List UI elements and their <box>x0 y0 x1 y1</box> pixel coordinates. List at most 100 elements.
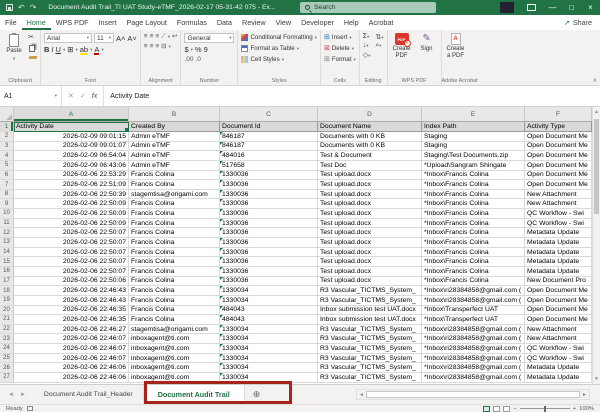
cell-E26[interactable]: *Inbox\ri28384858@gmail.com ( <box>422 363 525 373</box>
insert-cells-button[interactable]: ⊞Insert▾ <box>324 33 356 42</box>
cell-C7[interactable]: 1330036 <box>220 180 318 190</box>
cell-F16[interactable]: Metadata Update <box>525 267 592 277</box>
cell-B10[interactable]: Francis Colina <box>129 209 220 219</box>
cell-B8[interactable]: stagemtisa@origami.com <box>129 190 220 200</box>
autosum-icon[interactable]: Σ▾ <box>363 33 371 41</box>
row-header-25[interactable]: 25 <box>0 354 14 364</box>
row-header-1[interactable]: 1 <box>0 122 14 132</box>
cancel-entry-icon[interactable]: ✕ <box>68 92 74 100</box>
menu-tab-developer[interactable]: Developer <box>296 15 339 30</box>
increase-decimal-icon[interactable]: .00 <box>184 56 193 64</box>
row-header-20[interactable]: 20 <box>0 306 14 316</box>
page-layout-view-icon[interactable] <box>493 406 500 412</box>
shrink-font-icon[interactable]: A˅ <box>127 34 136 43</box>
cell-E5[interactable]: *Upload\Sangram Shingate <box>422 161 525 171</box>
col-header-F[interactable]: F <box>525 107 592 121</box>
cell-D27[interactable]: R3 Vascular_TICTMS_System_ <box>318 373 422 383</box>
cell-B20[interactable]: Francis Colina <box>129 306 220 316</box>
cell-E1[interactable]: Index Path <box>422 122 525 132</box>
cell-A27[interactable]: 2026-02-06 22:46:06 <box>14 373 129 383</box>
cell-B18[interactable]: Francis Colina <box>129 286 220 296</box>
cell-B5[interactable]: Admin eTMF <box>129 161 220 171</box>
menu-tab-page-layout[interactable]: Page Layout <box>122 15 172 30</box>
cell-A14[interactable]: 2026-02-06 22:50:07 <box>14 248 129 258</box>
col-header-C[interactable]: C <box>220 107 318 121</box>
format-cells-button[interactable]: ⊞Format▾ <box>324 55 356 64</box>
menu-tab-acrobat[interactable]: Acrobat <box>364 15 399 30</box>
cell-F9[interactable]: New Attachment <box>525 199 592 209</box>
row-header-23[interactable]: 23 <box>0 334 14 344</box>
cell-F2[interactable]: Open Document Me <box>525 132 592 142</box>
cut-icon[interactable]: ✂ <box>28 33 37 42</box>
cell-B7[interactable]: Francis Colina <box>129 180 220 190</box>
cell-F18[interactable]: Open Document Me <box>525 286 592 296</box>
cell-F3[interactable]: Open Document Me <box>525 142 592 152</box>
cell-E25[interactable]: *Inbox\ri28384858@gmail.com ( <box>422 354 525 364</box>
cell-D1[interactable]: Document Name <box>318 122 422 132</box>
cell-C13[interactable]: 1330036 <box>220 238 318 248</box>
cell-E18[interactable]: *Inbox\ri28384858@gmail.com ( <box>422 286 525 296</box>
cell-F22[interactable]: New Attachment <box>525 325 592 335</box>
insert-function-icon[interactable]: fx <box>92 93 97 100</box>
cell-F8[interactable]: New Attachment <box>525 190 592 200</box>
cell-D22[interactable]: R3 Vascular_TICTMS_System_ <box>318 325 422 335</box>
cell-E9[interactable]: *Inbox\Francis Colina <box>422 199 525 209</box>
cell-F14[interactable]: Metadata Update <box>525 248 592 258</box>
cell-E14[interactable]: *Inbox\Francis Colina <box>422 248 525 258</box>
find-select-icon[interactable]: ⌕▾ <box>375 42 383 50</box>
cell-F19[interactable]: Open Document Me <box>525 296 592 306</box>
cell-B6[interactable]: Francis Colina <box>129 171 220 181</box>
cell-B13[interactable]: Francis Colina <box>129 238 220 248</box>
cell-D13[interactable]: Test upload.docx <box>318 238 422 248</box>
cell-C20[interactable]: 484043 <box>220 306 318 316</box>
cell-F24[interactable]: QC Workflow - Swi <box>525 344 592 354</box>
sort-filter-icon[interactable]: ⇅▾ <box>375 33 383 41</box>
cell-E11[interactable]: *Inbox\Francis Colina <box>422 219 525 229</box>
cell-E8[interactable]: *Inbox\Francis Colina <box>422 190 525 200</box>
cell-B9[interactable]: Francis Colina <box>129 199 220 209</box>
name-box[interactable]: A1▾ <box>0 86 62 106</box>
row-header-11[interactable]: 11 <box>0 219 14 229</box>
font-name-select[interactable]: Arial▾ <box>44 33 92 43</box>
cell-F1[interactable]: Activity Type <box>525 122 592 132</box>
cell-F27[interactable]: Metadata Update <box>525 373 592 383</box>
cell-F13[interactable]: Metadata Update <box>525 238 592 248</box>
menu-tab-wps-pdf[interactable]: WPS PDF <box>51 15 94 30</box>
delete-cells-button[interactable]: ⊠Delete▾ <box>324 44 356 53</box>
cell-C22[interactable]: 1330034 <box>220 325 318 335</box>
cell-D21[interactable]: Inbox submission test UAT.docx <box>318 315 422 325</box>
cell-F6[interactable]: Open Document Me <box>525 171 592 181</box>
cell-E21[interactable]: *Inbox\Transperfect UAT <box>422 315 525 325</box>
create-a-pdf-button[interactable]: A Createa PDF <box>445 33 467 60</box>
row-header-2[interactable]: 2 <box>0 132 14 142</box>
zoom-slider-thumb[interactable] <box>544 406 546 412</box>
cell-F12[interactable]: Metadata Update <box>525 228 592 238</box>
cell-E17[interactable]: *Inbox\Francis Colina <box>422 277 525 287</box>
menu-tab-help[interactable]: Help <box>339 15 364 30</box>
ribbon-display-options-icon[interactable] <box>527 4 536 11</box>
horizontal-scroll-thumb[interactable] <box>366 391 580 398</box>
cell-D3[interactable]: Documents with 0 KB <box>318 142 422 152</box>
cell-D10[interactable]: Test upload.docx <box>318 209 422 219</box>
cell-B12[interactable]: Francis Colina <box>129 228 220 238</box>
zoom-out-icon[interactable]: − <box>513 406 516 412</box>
cell-C24[interactable]: 1330034 <box>220 344 318 354</box>
cell-C8[interactable]: 1330036 <box>220 190 318 200</box>
cell-B22[interactable]: stagemtisa@origami.com <box>129 325 220 335</box>
row-header-15[interactable]: 15 <box>0 257 14 267</box>
cell-C25[interactable]: 1330034 <box>220 354 318 364</box>
wrap-text-icon[interactable]: ↩ <box>172 33 177 41</box>
cell-F10[interactable]: QC Workflow - Swi <box>525 209 592 219</box>
vertical-scrollbar[interactable]: ▲ ▼ <box>592 107 600 384</box>
cell-C27[interactable]: 1330034 <box>220 373 318 383</box>
cell-E16[interactable]: *Inbox\Francis Colina <box>422 267 525 277</box>
cell-E23[interactable]: *Inbox\ri28384858@gmail.com ( <box>422 334 525 344</box>
comma-format-icon[interactable]: 9 <box>204 45 208 54</box>
currency-format-icon[interactable]: $ <box>184 45 188 54</box>
row-header-5[interactable]: 5 <box>0 161 14 171</box>
borders-icon[interactable]: ⊞ <box>67 45 73 54</box>
undo-icon[interactable]: ↶ <box>18 4 25 12</box>
cell-F25[interactable]: QC Workflow - Swi <box>525 354 592 364</box>
horizontal-scrollbar[interactable]: ◄ ► <box>356 389 590 400</box>
cell-A16[interactable]: 2026-02-06 22:50:07 <box>14 267 129 277</box>
